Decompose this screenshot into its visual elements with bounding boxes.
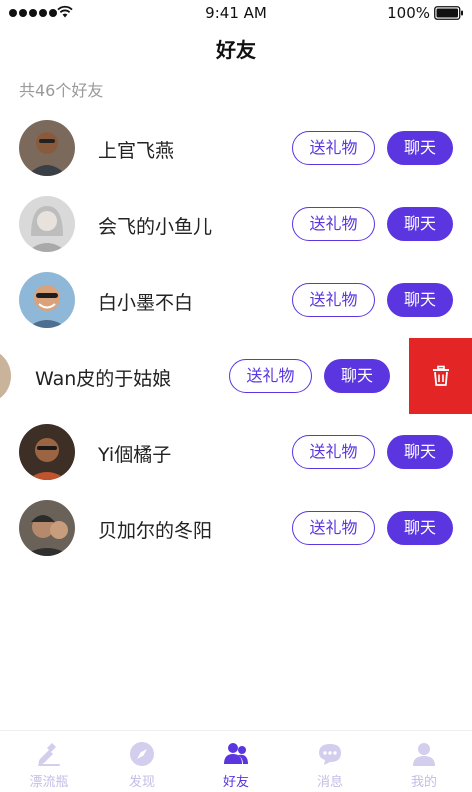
friend-row[interactable]: Yi個橘子 送礼物 聊天 <box>0 414 472 490</box>
friends-screen: 9:41 AM 100% 好友 共46个好友 上官飞燕 送礼物 聊天 会飞的小鱼… <box>0 0 472 792</box>
tab-label: 漂流瓶 <box>29 775 69 790</box>
send-gift-button[interactable]: 送礼物 <box>292 435 375 469</box>
avatar[interactable] <box>19 424 75 480</box>
friend-name: 贝加尔的冬阳 <box>98 520 213 542</box>
send-gift-button[interactable]: 送礼物 <box>292 511 375 545</box>
compass-icon <box>130 742 154 766</box>
tab-profile[interactable]: 我的 <box>377 731 471 792</box>
tab-label: 发现 <box>128 775 155 790</box>
avatar[interactable] <box>19 272 75 328</box>
battery-icon <box>434 6 463 20</box>
tab-label: 消息 <box>316 775 343 790</box>
friend-name: 上官飞燕 <box>98 140 175 162</box>
send-gift-button[interactable]: 送礼物 <box>292 207 375 241</box>
friend-row[interactable]: 白小墨不白 送礼物 聊天 <box>0 262 472 338</box>
status-bar: 9:41 AM 100% <box>0 0 472 26</box>
tab-label: 我的 <box>410 775 437 790</box>
chat-button[interactable]: 聊天 <box>324 359 390 393</box>
avatar[interactable] <box>19 500 75 556</box>
tab-messages[interactable]: 消息 <box>283 731 377 792</box>
send-gift-button[interactable]: 送礼物 <box>229 359 312 393</box>
friend-row[interactable]: 会飞的小鱼儿 送礼物 聊天 <box>0 186 472 262</box>
chat-button[interactable]: 聊天 <box>387 207 453 241</box>
trash-icon <box>432 365 449 386</box>
chat-button[interactable]: 聊天 <box>387 435 453 469</box>
message-icon <box>319 744 341 765</box>
friends-icon <box>224 743 248 764</box>
friend-name: Yi個橘子 <box>98 444 172 466</box>
bottle-icon <box>38 743 60 766</box>
send-gift-button[interactable]: 送礼物 <box>292 283 375 317</box>
chat-button[interactable]: 聊天 <box>387 511 453 545</box>
chat-button[interactable]: 聊天 <box>387 131 453 165</box>
tab-bottle[interactable]: 漂流瓶 <box>2 731 96 792</box>
send-gift-button[interactable]: 送礼物 <box>292 131 375 165</box>
friend-row[interactable]: 贝加尔的冬阳 送礼物 聊天 <box>0 490 472 566</box>
page-title: 好友 <box>216 38 256 62</box>
friend-row-swiped[interactable]: Wan皮的于姑娘 送礼物 聊天 <box>0 338 472 414</box>
avatar[interactable] <box>19 196 75 252</box>
friend-row[interactable]: 上官飞燕 送礼物 聊天 <box>0 110 472 186</box>
chat-button[interactable]: 聊天 <box>387 283 453 317</box>
friend-name: 会飞的小鱼儿 <box>98 216 213 238</box>
tab-label: 好友 <box>222 775 249 790</box>
bottom-tab-bar: 漂流瓶 发现 好友 消息 我的 <box>0 730 472 792</box>
profile-icon <box>413 743 435 766</box>
avatar[interactable] <box>0 348 11 404</box>
tab-discover[interactable]: 发现 <box>95 731 189 792</box>
avatar[interactable] <box>19 120 75 176</box>
battery-percentage: 100% <box>387 4 430 22</box>
friend-name: 白小墨不白 <box>98 292 194 314</box>
friend-count: 共46个好友 <box>19 81 104 100</box>
friend-name: Wan皮的于姑娘 <box>35 368 172 390</box>
delete-button[interactable] <box>409 338 472 414</box>
tab-friends[interactable]: 好友 <box>189 731 283 792</box>
